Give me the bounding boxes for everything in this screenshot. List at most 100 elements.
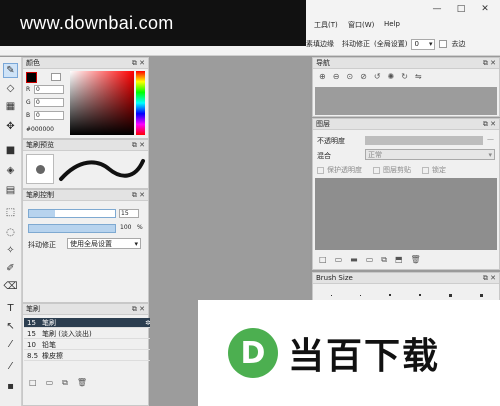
size-dot[interactable] [449,293,452,297]
new-folder-icon[interactable]: ▬ [350,255,358,265]
new-layer-set-icon[interactable]: ▭ [335,255,343,265]
layer-opacity-slider[interactable] [365,136,483,145]
folder-icon[interactable]: ▭ [46,378,54,388]
logo-letter: D [240,335,266,371]
panel-float-close-icon[interactable]: ⧉ ✕ [483,58,496,69]
navigator-preview[interactable] [315,87,497,115]
hue-slider[interactable] [136,71,145,135]
zoom-in-icon[interactable]: ⊕ [319,72,326,81]
pen-tool-icon[interactable]: ✎ [3,63,18,78]
size-dot[interactable] [360,294,361,296]
clip-label: 图层剪贴 [383,166,411,174]
size-input[interactable]: 15 [119,209,139,218]
secondary-color-swatch[interactable] [51,73,61,81]
selection-pen-icon[interactable]: ✐ [3,261,18,276]
lock-checkbox[interactable] [422,166,429,174]
fill-edge-checkbox[interactable] [439,40,448,48]
size-dot[interactable] [389,294,391,296]
brush-size-title: Brush Size [316,274,353,282]
stabilizer-label: 抖动修正 [342,40,370,48]
r-label: R [26,86,31,93]
r-input[interactable]: 0 [34,85,64,94]
brush-control-panel: 笔刷控制 ⧉ ✕ 15 100 % 抖动修正 使用全局设置 ▾ [22,189,149,303]
menu-window[interactable]: 窗口(W) [348,20,374,30]
layer-options-row: 保护透明度 图层剪贴 锁定 [317,165,446,175]
brush-item[interactable]: 15 笔刷 ✲ [24,318,154,328]
panel-float-close-icon[interactable]: ⧉ ✕ [132,190,145,201]
blend-label: 混合 [317,152,331,160]
brush-item-name: 笔刷 [42,318,56,327]
zoom-out-icon[interactable]: ⊖ [333,72,340,81]
operation-tool-icon[interactable]: ↖ [3,319,18,334]
brush-list-panel: 笔刷 ⧉ ✕ 15 笔刷 ✲ 15 笔刷 (淡入淡出) 10 铅笔 8.5 橡皮… [22,303,154,406]
protect-alpha-label: 保护透明度 [327,166,362,174]
trash-icon[interactable]: 🗑 [411,255,421,265]
brush-item[interactable]: 10 铅笔 [24,340,154,350]
brush-stabilizer-select[interactable]: 使用全局设置 ▾ [67,238,141,249]
brush-tip-preview [26,154,54,184]
selection-eraser-icon[interactable]: ⌫ [3,279,18,294]
panel-float-close-icon[interactable]: ⧉ ✕ [483,273,496,284]
panel-float-close-icon[interactable]: ⧉ ✕ [132,140,145,151]
text-tool-icon[interactable]: T [3,301,18,316]
size-dot[interactable] [419,294,421,296]
eraser-tool-icon[interactable]: ◇ [3,81,18,96]
brush-item[interactable]: 8.5 橡皮擦 [24,351,154,361]
opacity-slider[interactable] [28,224,116,233]
brush-item-name: 铅笔 [42,340,56,349]
bucket-tool-icon[interactable]: ◈ [3,163,18,178]
trash-icon[interactable]: 🗑 [77,378,87,388]
clip-checkbox[interactable] [373,166,380,174]
merge-layer-icon[interactable]: ⬒ [395,255,403,265]
brush-preview-header: 笔刷预览 ⧉ ✕ [23,140,148,151]
zoom-actual-icon[interactable]: ⊘ [360,72,367,81]
rotate-right-icon[interactable]: ↻ [401,72,408,81]
lasso-tool-icon[interactable]: ◌ [3,225,18,240]
brush-options-bar: 素填边缘 抖动修正 (全局设置) 0 ▾ 去边 [306,37,500,51]
minimize-button[interactable]: — [428,2,446,16]
menu-help[interactable]: Help [384,20,400,28]
panel-float-close-icon[interactable]: ⧉ ✕ [483,119,496,130]
rect-select-icon[interactable]: ⬚ [3,205,18,220]
dither-tool-icon[interactable]: ▦ [3,99,18,114]
primary-color-swatch[interactable] [26,72,37,83]
eyedropper-tool-icon[interactable]: ⁄ [3,337,18,352]
blend-mode-value: 正常 [368,150,382,159]
size-slider[interactable] [28,209,116,218]
duplicate-icon[interactable]: ⧉ [62,378,68,388]
brush-item[interactable]: 15 笔刷 (淡入淡出) [24,329,154,339]
layer-list[interactable] [315,178,497,250]
zoom-fit-icon[interactable]: ⊙ [346,72,353,81]
panel-float-close-icon[interactable]: ⧉ ✕ [132,304,145,315]
opacity-unit: % [137,224,143,231]
gradient-tool-icon[interactable]: ▤ [3,183,18,198]
b-input[interactable]: 0 [34,111,64,120]
eyedropper2-tool-icon[interactable]: ⁄ [3,359,18,374]
size-dot[interactable] [331,294,332,296]
close-button[interactable]: ✕ [476,2,494,16]
rotate-left-icon[interactable]: ↺ [374,72,381,81]
magic-wand-icon[interactable]: ✧ [3,243,18,258]
new-brush-icon[interactable]: □ [29,378,37,388]
size-dot[interactable] [480,293,483,297]
g-input[interactable]: 0 [34,98,64,107]
menu-tools[interactable]: 工具(T) [314,20,338,30]
maximize-button[interactable]: □ [452,2,470,16]
panel-float-close-icon[interactable]: ⧉ ✕ [132,58,145,69]
flip-icon[interactable]: ⇋ [415,72,422,81]
duplicate-layer-icon[interactable]: ⧉ [381,255,387,265]
watermark-banner: www.downbai.com [0,0,306,46]
rotate-reset-icon[interactable]: ✺ [388,72,395,81]
lock-label: 锁定 [432,166,446,174]
stroke-preview [59,159,145,181]
stabilizer-select[interactable]: 0 ▾ [411,38,436,50]
saturation-value-picker[interactable] [70,71,134,135]
swap-color-icon[interactable]: ▪ [3,379,18,394]
folder-icon[interactable]: ▭ [366,255,374,265]
new-layer-icon[interactable]: □ [319,255,327,265]
move-tool-icon[interactable]: ✥ [3,119,18,134]
protect-alpha-checkbox[interactable] [317,166,324,174]
color-panel: 颜色 ⧉ ✕ R 0 G 0 B 0 #000000 [22,57,149,139]
blend-mode-select[interactable]: 正常 ▾ [365,149,495,160]
fill-tool-icon[interactable]: ■ [3,143,18,158]
